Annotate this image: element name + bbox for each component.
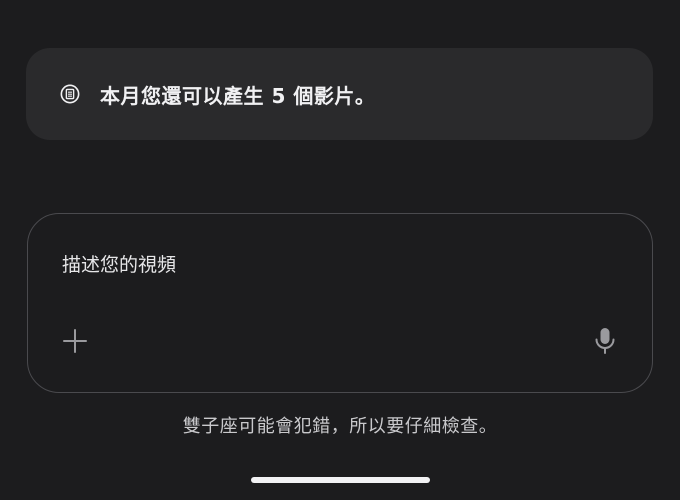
plus-icon [62,328,88,358]
prompt-box [27,213,653,393]
microphone-button[interactable] [590,328,620,358]
document-icon [60,84,80,104]
microphone-icon [594,327,616,359]
prompt-input[interactable] [62,250,602,280]
disclaimer-text: 雙子座可能會犯錯，所以要仔細檢查。 [182,416,498,437]
add-button[interactable] [60,328,90,358]
quota-banner: 本月您還可以產生 5 個影片。 [26,48,653,140]
home-indicator[interactable] [251,477,430,483]
quota-text: 本月您還可以產生 5 個影片。 [100,83,376,108]
